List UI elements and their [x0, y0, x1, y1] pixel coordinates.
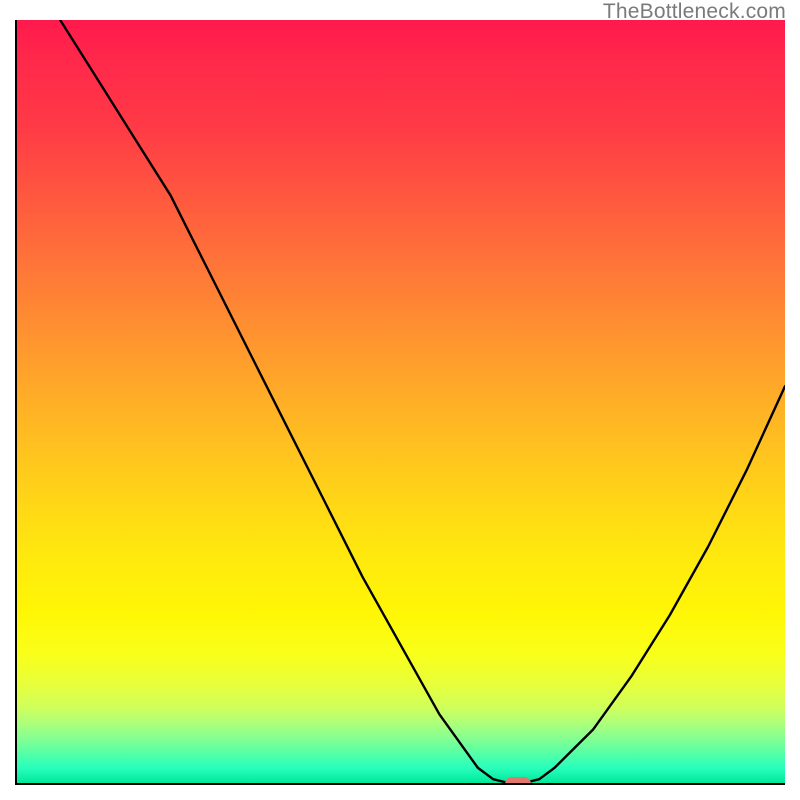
bottleneck-curve: [17, 20, 785, 783]
chart-container: TheBottleneck.com: [0, 0, 800, 800]
plot-area: [15, 20, 785, 785]
optimal-marker: [505, 777, 531, 785]
curve-svg: [17, 20, 785, 783]
